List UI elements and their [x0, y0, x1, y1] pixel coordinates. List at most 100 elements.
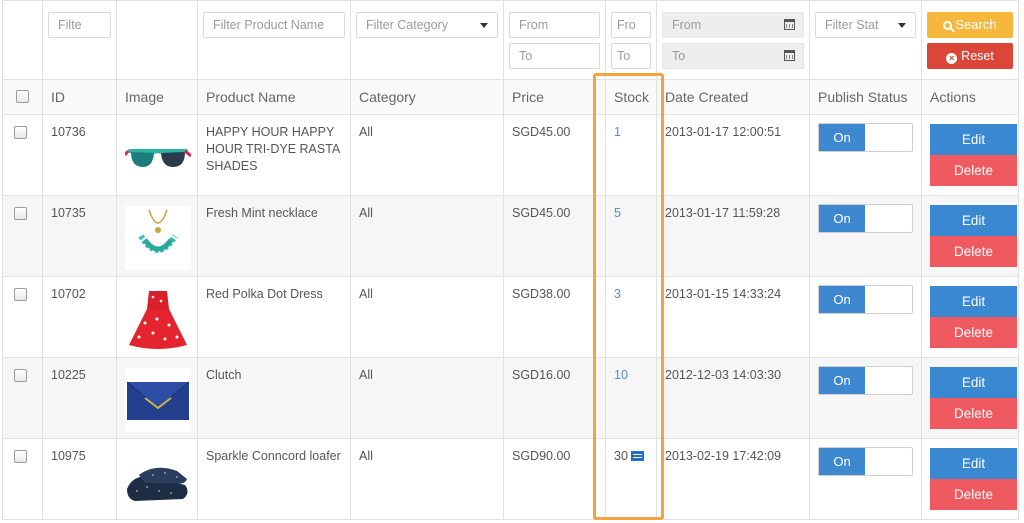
row-status-cell: On: [809, 114, 922, 196]
edit-button[interactable]: Edit: [930, 205, 1017, 236]
row-select-cell: [2, 276, 43, 358]
row-product-name: Clutch: [197, 357, 351, 439]
row-stock-link[interactable]: 10: [614, 368, 628, 382]
row-actions-cell: Edit Delete: [921, 357, 1019, 439]
column-header-actions: Actions: [921, 79, 1019, 115]
edit-button[interactable]: Edit: [930, 286, 1017, 317]
calendar-icon[interactable]: [784, 19, 795, 30]
row-stock-cell: 3: [605, 276, 657, 358]
products-table: Filte Filter Product Name Filter Categor…: [2, 0, 1019, 520]
table-row: 10736 HAPPY HOUR HAPPY HOUR TRI-DYE RAST…: [2, 114, 1019, 196]
publish-status-toggle[interactable]: On: [818, 447, 913, 476]
row-product-name: Red Polka Dot Dress: [197, 276, 351, 358]
row-price: SGD45.00: [503, 195, 606, 277]
edit-button[interactable]: Edit: [930, 448, 1017, 479]
row-checkbox[interactable]: [14, 126, 27, 139]
column-header-product-name[interactable]: Product Name: [197, 79, 351, 115]
reset-button-label: Reset: [961, 49, 994, 63]
row-category: All: [350, 114, 504, 196]
toggle-on-label: On: [819, 448, 865, 475]
dress-image: [129, 291, 187, 349]
filter-cell-empty: [2, 0, 43, 80]
filter-cell-price: From To: [503, 0, 606, 80]
filter-cell-name: Filter Product Name: [197, 0, 351, 80]
row-checkbox[interactable]: [14, 288, 27, 301]
edit-button[interactable]: Edit: [930, 124, 1017, 155]
price-to-input[interactable]: To: [509, 43, 600, 69]
date-from-label: From: [672, 18, 702, 32]
row-stock-link[interactable]: 1: [614, 125, 621, 139]
row-image-cell: [116, 438, 198, 520]
publish-status-toggle[interactable]: On: [818, 123, 913, 152]
publish-status-toggle[interactable]: On: [818, 285, 913, 314]
row-category: All: [350, 195, 504, 277]
row-stock-link[interactable]: 3: [614, 287, 621, 301]
delete-button[interactable]: Delete: [930, 155, 1017, 186]
row-image-cell: [116, 195, 198, 277]
column-header-stock[interactable]: Stock: [605, 79, 657, 115]
delete-button[interactable]: Delete: [930, 398, 1017, 429]
toggle-on-label: On: [819, 205, 865, 232]
column-header-date-created[interactable]: Date Created: [656, 79, 810, 115]
clutch-image: [125, 368, 191, 432]
publish-status-toggle[interactable]: On: [818, 204, 913, 233]
row-stock-cell: 5: [605, 195, 657, 277]
reset-button[interactable]: × Reset: [927, 43, 1013, 69]
row-id: 10702: [42, 276, 117, 358]
row-actions-cell: Edit Delete: [921, 195, 1019, 277]
column-header-category[interactable]: Category: [350, 79, 504, 115]
stock-from-input[interactable]: Fro: [611, 12, 651, 38]
filter-cell-actions: Search × Reset: [921, 0, 1019, 80]
row-status-cell: On: [809, 357, 922, 439]
price-from-input[interactable]: From: [509, 12, 600, 38]
column-header-id[interactable]: ID: [42, 79, 117, 115]
delete-button[interactable]: Delete: [930, 479, 1017, 510]
filter-cell-date: From To: [656, 0, 810, 80]
column-header-image: Image: [116, 79, 198, 115]
row-status-cell: On: [809, 195, 922, 277]
id-filter-input[interactable]: Filte: [48, 12, 111, 38]
category-filter-select[interactable]: Filter Category: [356, 12, 498, 38]
select-all-checkbox[interactable]: [16, 90, 29, 103]
filter-row: Filte Filter Product Name Filter Categor…: [2, 0, 1019, 80]
column-header-publish-status[interactable]: Publish Status: [809, 79, 922, 115]
table-row: 10702 Red Polka Dot Dress All SGD38.00 3…: [2, 276, 1019, 358]
row-select-cell: [2, 438, 43, 520]
row-checkbox[interactable]: [14, 450, 27, 463]
delete-button[interactable]: Delete: [930, 236, 1017, 267]
row-date-created: 2013-02-19 17:42:09: [656, 438, 810, 520]
category-filter-label: Filter Category: [366, 18, 448, 32]
edit-stock-icon[interactable]: [630, 451, 644, 461]
status-filter-select[interactable]: Filter Stat: [815, 12, 916, 38]
row-stock-cell: 10: [605, 357, 657, 439]
product-name-filter-input[interactable]: Filter Product Name: [203, 12, 345, 38]
row-stock-cell: 30: [605, 438, 657, 520]
row-stock-link[interactable]: 5: [614, 206, 621, 220]
row-stock-cell: 1: [605, 114, 657, 196]
calendar-icon[interactable]: [784, 50, 795, 61]
row-actions-cell: Edit Delete: [921, 114, 1019, 196]
filter-cell-stock: Fro To: [605, 0, 657, 80]
table-row: 10975 Sparkle Conncord loafer All SGD90.…: [2, 438, 1019, 520]
row-checkbox[interactable]: [14, 369, 27, 382]
toggle-on-label: On: [819, 286, 865, 313]
row-price: SGD45.00: [503, 114, 606, 196]
caret-down-icon: [480, 23, 488, 28]
row-select-cell: [2, 114, 43, 196]
stock-to-input[interactable]: To: [611, 43, 651, 69]
search-button[interactable]: Search: [927, 12, 1013, 38]
publish-status-toggle[interactable]: On: [818, 366, 913, 395]
edit-button[interactable]: Edit: [930, 367, 1017, 398]
delete-button[interactable]: Delete: [930, 317, 1017, 348]
date-to-input[interactable]: To: [662, 43, 804, 69]
row-id: 10975: [42, 438, 117, 520]
row-image-cell: [116, 357, 198, 439]
row-category: All: [350, 357, 504, 439]
column-header-price[interactable]: Price: [503, 79, 606, 115]
row-stock-value: 30: [614, 449, 628, 463]
row-checkbox[interactable]: [14, 207, 27, 220]
row-image-cell: [116, 114, 198, 196]
row-actions-cell: Edit Delete: [921, 438, 1019, 520]
filter-cell-category: Filter Category: [350, 0, 504, 80]
date-from-input[interactable]: From: [662, 12, 804, 38]
